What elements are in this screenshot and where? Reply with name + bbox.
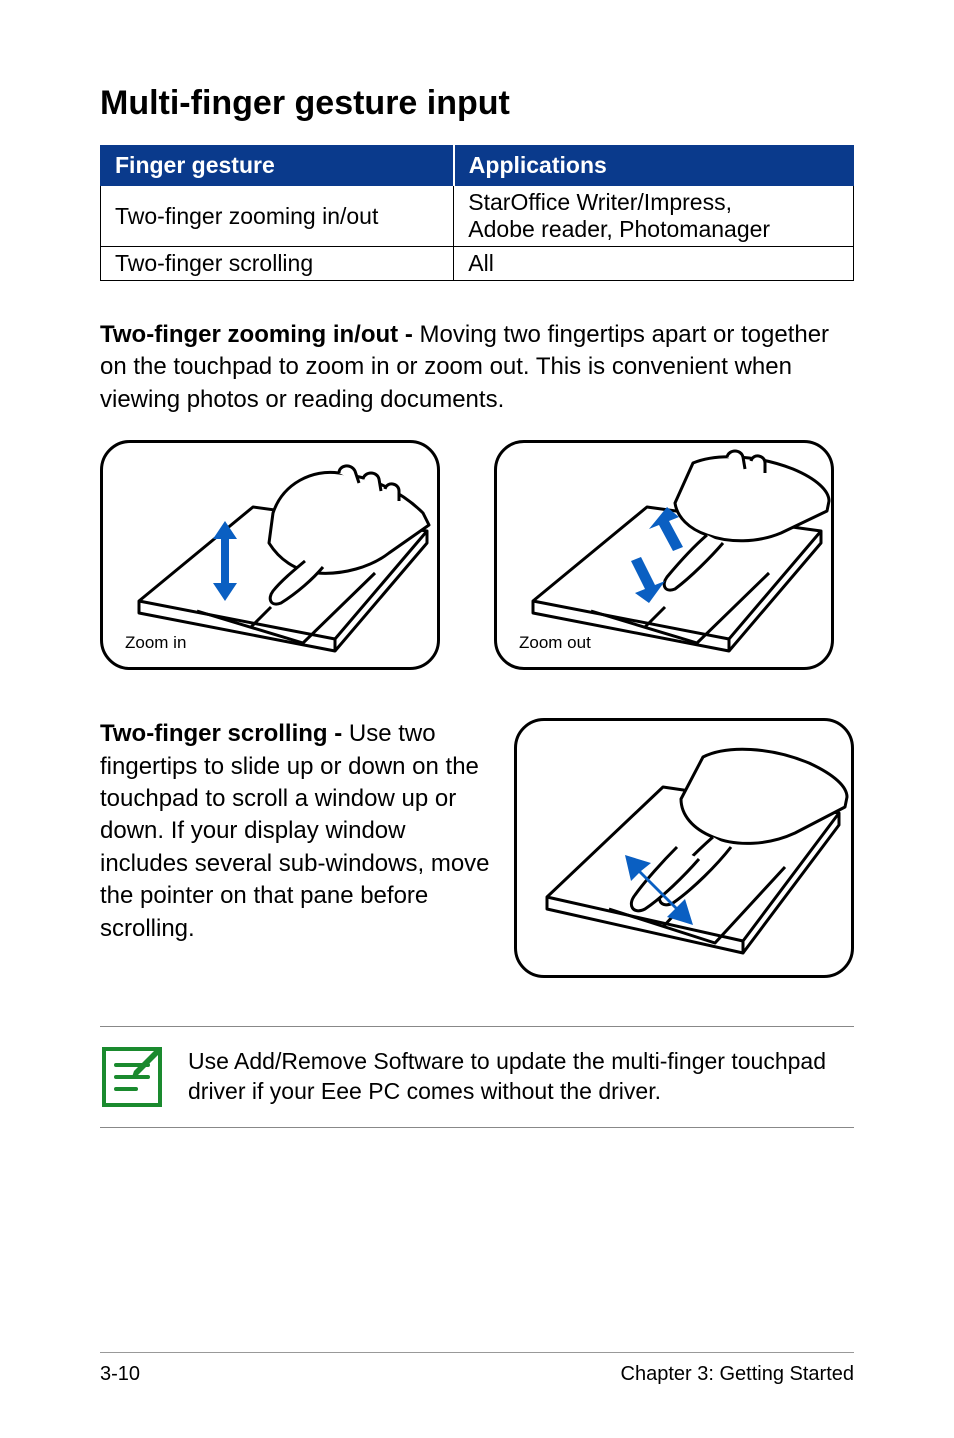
page-footer: 3-10 Chapter 3: Getting Started (100, 1352, 854, 1386)
scroll-row: Two-finger scrolling - Use two fingertip… (100, 718, 854, 978)
note-icon (100, 1045, 164, 1109)
cell-gesture: Two-finger scrolling (101, 247, 454, 281)
cell-apps: All (454, 247, 854, 281)
caption-zoom-in: Zoom in (125, 633, 186, 653)
note-text: Use Add/Remove Software to update the mu… (188, 1047, 854, 1107)
lead-zoom: Two-finger zooming in/out - (100, 321, 420, 348)
table-header-apps: Applications (454, 146, 854, 186)
scroll-illustration (517, 721, 851, 975)
paragraph-zoom: Two-finger zooming in/out - Moving two f… (100, 319, 854, 416)
note-box: Use Add/Remove Software to update the mu… (100, 1026, 854, 1128)
figure-zoom-in: Zoom in (100, 440, 440, 670)
table-header-gesture: Finger gesture (101, 146, 454, 186)
figure-zoom-out: Zoom out (494, 440, 834, 670)
figure-scroll (514, 718, 854, 978)
chapter-label: Chapter 3: Getting Started (621, 1363, 854, 1386)
document-page: Multi-finger gesture input Finger gestur… (0, 0, 954, 1438)
paragraph-scroll: Two-finger scrolling - Use two fingertip… (100, 718, 496, 945)
cell-gesture: Two-finger zooming in/out (101, 186, 454, 247)
body-scroll: Use two fingertips to slide up or down o… (100, 720, 490, 941)
cell-apps: StarOffice Writer/Impress, Adobe reader,… (454, 186, 854, 247)
gesture-table: Finger gesture Applications Two-finger z… (100, 145, 854, 281)
caption-zoom-out: Zoom out (519, 633, 591, 653)
table-row: Two-finger scrolling All (101, 247, 854, 281)
page-heading: Multi-finger gesture input (100, 84, 854, 123)
table-row: Two-finger zooming in/out StarOffice Wri… (101, 186, 854, 247)
lead-scroll: Two-finger scrolling - (100, 720, 349, 747)
figure-row-zoom: Zoom in (100, 440, 854, 670)
page-number: 3-10 (100, 1363, 140, 1386)
